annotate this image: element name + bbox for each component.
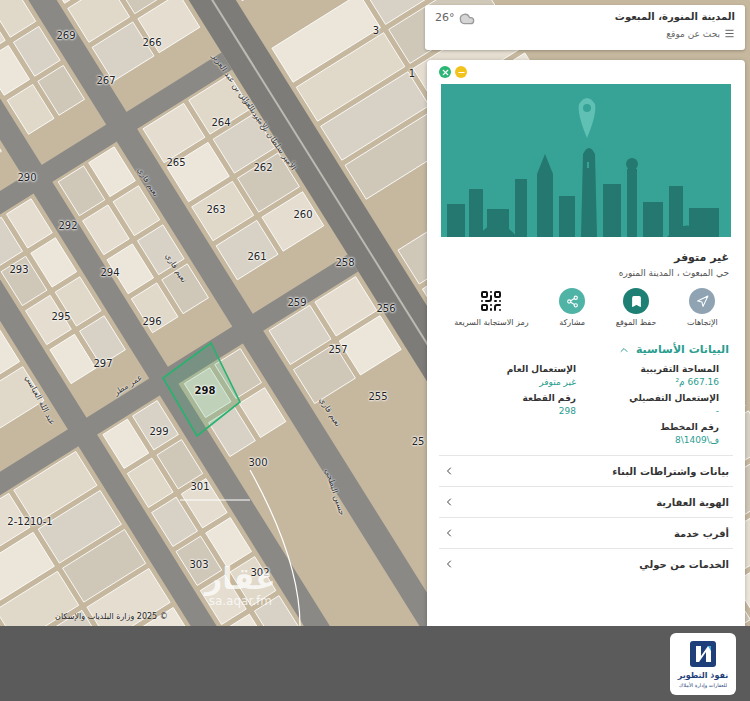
action-button[interactable]: مشاركة <box>559 288 585 327</box>
cloud-icon <box>459 11 475 27</box>
parcel-panel: غير متوفرحي المبعوث ، المدينة المنورهالإ… <box>427 60 745 626</box>
parcel-label[interactable]: 263 <box>206 204 225 215</box>
place-subtitle: حي المبعوث ، المدينة المنوره <box>443 268 729 278</box>
close-button[interactable] <box>439 66 451 78</box>
watermark-name: عقار <box>205 562 276 595</box>
parcel-label[interactable]: 295 <box>51 311 70 322</box>
chevron-up-icon[interactable] <box>618 344 630 356</box>
logo-brand: نفوذ التطوير <box>678 671 728 680</box>
weather: 26° <box>435 11 475 44</box>
section-expanded: البيانات الأساسيةالمساحة التقريبية667.16… <box>439 331 733 455</box>
parcel-label[interactable]: 300 <box>248 457 267 468</box>
parcel-label[interactable]: 262 <box>253 162 272 173</box>
chevron-left-icon[interactable] <box>443 558 455 570</box>
city-skyline-icon <box>441 84 731 237</box>
selected-parcel[interactable] <box>163 343 240 436</box>
place-title: غير متوفر <box>443 251 729 264</box>
section-collapsed[interactable]: الخدمات من حولي <box>439 548 733 579</box>
watermark: عقارsa.aqar.fm <box>205 562 276 608</box>
section-collapsed[interactable]: الهوية العقارية <box>439 486 733 517</box>
parcel-label[interactable]: 298 <box>195 385 216 396</box>
directions-icon[interactable] <box>689 288 715 314</box>
parcel-label[interactable]: 294 <box>100 267 119 278</box>
parcel-label[interactable]: 292 <box>58 220 77 231</box>
page: الأمير سلطان بن عبد العزيزالأمير سلطان ب… <box>0 0 750 701</box>
action-button[interactable]: الإتجاهات <box>687 288 718 327</box>
parcel-label[interactable]: 255 <box>368 391 387 402</box>
close-icon[interactable] <box>441 68 450 77</box>
temperature: 26° <box>435 11 455 24</box>
actions-row: الإتجاهات حفظ الموقع مشاركة رمز الاستجابة ا… <box>439 278 733 331</box>
parcel-label[interactable]: 256 <box>376 303 395 314</box>
field: رقم المخططف\1409\8 <box>586 422 719 445</box>
watermark-url: sa.aqar.fm <box>209 595 272 608</box>
banner-image <box>441 84 731 237</box>
minimize-icon[interactable] <box>457 68 466 77</box>
field: رقم القطعة298 <box>443 393 576 416</box>
parcel-label[interactable]: 267 <box>96 75 115 86</box>
map-area[interactable]: الأمير سلطان بن عبد العزيزالأمير سلطان ب… <box>0 0 750 626</box>
parcel-label[interactable]: 264 <box>211 117 230 128</box>
parcel-label[interactable]: 269 <box>56 30 75 41</box>
minimize-button[interactable] <box>455 66 467 78</box>
field: الإستعمال التفصيلي- <box>586 393 719 416</box>
fields-grid: المساحة التقريبية667.16 م² الإستعمال العا… <box>439 364 733 455</box>
parcel-label[interactable]: 296 <box>142 316 161 327</box>
parcel-label[interactable]: 2-1210-1 <box>7 516 52 527</box>
logo-tagline: للعقارات وإدارة الأملاك <box>679 682 727 688</box>
chevron-left-icon[interactable] <box>443 527 455 539</box>
company-logo: نفوذ التطوير للعقارات وإدارة الأملاك <box>670 633 736 695</box>
location-title: المدينة المنورة، المبعوث <box>615 11 735 22</box>
parcel-label[interactable]: 258 <box>335 257 354 268</box>
parcel-label[interactable]: 301 <box>190 481 209 492</box>
parcel-label[interactable]: 257 <box>328 344 347 355</box>
parcel-label[interactable]: 299 <box>149 426 168 437</box>
share-icon[interactable] <box>559 288 585 314</box>
parcel-label[interactable]: 265 <box>166 157 185 168</box>
menu-icon[interactable] <box>724 28 735 39</box>
company-logo-icon <box>688 639 718 669</box>
qr-code-icon[interactable] <box>478 288 504 314</box>
field: المساحة التقريبية667.16 م² <box>586 364 719 387</box>
parcel-label[interactable]: 293 <box>9 264 28 275</box>
section-header[interactable]: البيانات الأساسية <box>439 331 733 364</box>
chevron-left-icon[interactable] <box>443 496 455 508</box>
parcel-label[interactable]: 290 <box>17 172 36 183</box>
section-collapsed[interactable]: أقرب خدمة <box>439 517 733 548</box>
parcel-label[interactable]: 266 <box>142 37 161 48</box>
action-button[interactable]: حفظ الموقع <box>616 288 657 327</box>
parcel-label[interactable]: 260 <box>293 209 312 220</box>
bookmark-icon[interactable] <box>623 288 649 314</box>
footer-bar: نفوذ التطوير للعقارات وإدارة الأملاك <box>0 626 750 701</box>
parcel-label[interactable]: 1 <box>409 68 415 79</box>
search-field[interactable]: بحث عن موقع <box>615 28 735 39</box>
location-card: المدينة المنورة، المبعوث بحث عن موقع 26° <box>425 5 745 50</box>
field: الإستعمال العامغير متوفر <box>443 364 576 387</box>
parcel-label[interactable]: 261 <box>247 251 266 262</box>
action-button[interactable]: رمز الاستجابة السريعة <box>454 288 528 327</box>
chevron-left-icon[interactable] <box>443 465 455 477</box>
parcel-label[interactable]: 3 <box>373 25 379 36</box>
parcel-label[interactable]: 259 <box>287 297 306 308</box>
map-copyright: © 2025 وزارة البلديات والإسكان <box>55 612 168 621</box>
section-collapsed[interactable]: بيانات واشتراطات البناء <box>439 455 733 486</box>
parcel-label[interactable]: 25 <box>412 436 425 447</box>
parcel-label[interactable]: 297 <box>93 358 112 369</box>
